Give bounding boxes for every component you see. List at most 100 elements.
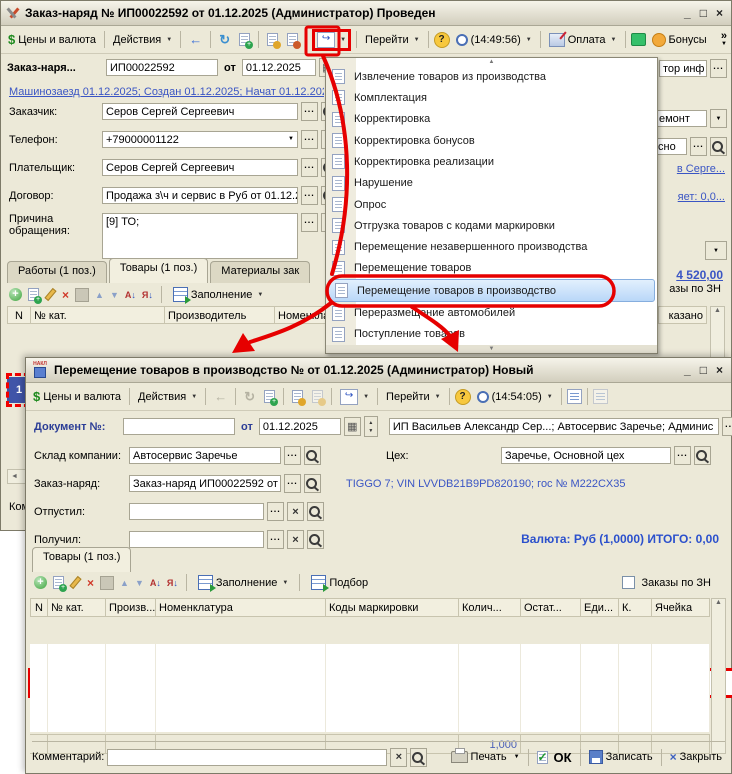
edit-row-icon[interactable]	[69, 576, 81, 589]
structure-icon[interactable]	[567, 389, 582, 404]
move-up-icon[interactable]: ▲	[95, 290, 104, 300]
minimize-icon[interactable]: _	[684, 6, 691, 20]
combo-dropdown-button[interactable]	[705, 241, 727, 260]
released-clear-button[interactable]	[287, 502, 304, 521]
goto-button[interactable]: Перейти	[362, 33, 423, 47]
base-open-button[interactable]	[710, 137, 727, 156]
comment-clear-button[interactable]	[390, 748, 407, 767]
bonus-button[interactable]: Бонусы	[649, 32, 710, 48]
col-unit[interactable]: Еди...	[581, 598, 619, 617]
time-button[interactable]: (14:49:56)	[453, 33, 535, 47]
orders-checkbox[interactable]	[622, 576, 635, 589]
customer-card-link[interactable]: в Серге...	[677, 163, 725, 175]
menu-item-goods-to-production[interactable]: Перемещение товаров в производство	[328, 279, 655, 302]
tab-goods[interactable]: Товары (1 поз.)	[32, 547, 131, 572]
add-row-icon[interactable]: +	[9, 288, 22, 301]
history-link[interactable]: Машинозаезд 01.12.2025; Создан 01.12.202…	[9, 86, 324, 98]
menu-item-bonus-correction[interactable]: Корректировка бонусов	[326, 130, 657, 151]
workshop-open-button[interactable]	[694, 446, 711, 465]
workshop-input[interactable]: Заречье, Основной цех	[501, 447, 671, 464]
actions-button[interactable]: Действия	[135, 390, 200, 404]
tab-materials[interactable]: Материалы зак	[210, 261, 310, 283]
received-clear-button[interactable]	[287, 530, 304, 549]
copy-document-icon[interactable]: +	[261, 389, 278, 404]
close-icon[interactable]: ×	[716, 363, 723, 377]
order-select-button[interactable]	[284, 474, 301, 493]
contract-select-button[interactable]	[301, 186, 318, 205]
move-down-icon[interactable]: ▼	[135, 578, 144, 588]
order-input[interactable]: Заказ-наряд ИП00022592 от 01.12.2	[129, 475, 281, 492]
create-linked-document-button[interactable]: ↪	[312, 29, 351, 51]
help-icon[interactable]: ?	[455, 389, 471, 405]
close-button[interactable]: ×Закрыть	[667, 749, 725, 765]
prices-currency-button[interactable]: $Цены и валюта	[30, 388, 124, 405]
menu-item-sales-correction[interactable]: Корректировка реализации	[326, 151, 657, 172]
payer-input[interactable]: Серов Сергей Сергеевич	[102, 159, 298, 176]
document-number-input[interactable]	[123, 418, 235, 435]
warehouse-open-button[interactable]	[304, 446, 321, 465]
delete-row-icon[interactable]: ×	[87, 576, 94, 590]
copy-document-icon[interactable]: +	[236, 32, 253, 47]
menu-item-survey[interactable]: Опрос	[326, 194, 657, 215]
col-nomenclature[interactable]: Номенклатура	[156, 598, 326, 617]
doc-number-input[interactable]: ИП00022592	[106, 59, 218, 76]
prices-currency-button[interactable]: $Цены и валюта	[5, 31, 99, 48]
print-button[interactable]: Печать▼	[448, 750, 523, 764]
document-money2-icon[interactable]	[284, 32, 301, 47]
menu-item-car-relocation[interactable]: Переразмещение автомобилей	[326, 302, 657, 323]
responsible-input[interactable]: ИП Васильев Александр Сер...; Автосервис…	[389, 418, 719, 435]
minimize-icon[interactable]: _	[684, 363, 691, 377]
released-input[interactable]	[129, 503, 264, 520]
base-select-button[interactable]	[690, 137, 707, 156]
warehouse-input[interactable]: Автосервис Заречье	[129, 447, 281, 464]
move-down-icon[interactable]: ▼	[110, 290, 119, 300]
actions-button[interactable]: Действия	[110, 33, 175, 47]
order-total-link[interactable]: 4 520,00	[676, 268, 723, 282]
menu-item-shipment-marking[interactable]: Отгрузка товаров с кодами маркировки	[326, 215, 657, 236]
received-input[interactable]	[129, 531, 264, 548]
col-n[interactable]: N	[30, 598, 48, 617]
col-n[interactable]: N	[7, 306, 31, 324]
menu-item-violation[interactable]: Нарушение	[326, 173, 657, 194]
close-icon[interactable]: ×	[716, 6, 723, 20]
document-money-icon[interactable]	[289, 389, 306, 404]
received-open-button[interactable]	[307, 530, 324, 549]
col-k[interactable]: К.	[619, 598, 652, 617]
add-row-icon[interactable]: +	[34, 576, 47, 589]
contract-input[interactable]: Продажа з\ч и сервис в Руб от 01.12.2	[102, 187, 298, 204]
responsible-input[interactable]: тор инф	[659, 60, 707, 77]
released-open-button[interactable]	[307, 502, 324, 521]
sort-asc-icon[interactable]: А↓	[150, 578, 161, 588]
responsible-select-button[interactable]	[710, 59, 727, 78]
base-input[interactable]: сно	[654, 138, 687, 155]
col-rest[interactable]: Остат...	[521, 598, 581, 617]
menu-scroll-down-icon[interactable]: ▼	[326, 345, 657, 353]
col-cell[interactable]: Ячейка	[652, 598, 710, 617]
col-manufacturer[interactable]: Производитель	[165, 306, 275, 324]
menu-item-extract[interactable]: Извлечение товаров из производства	[326, 66, 657, 87]
date-spinner[interactable]: ▲▼	[364, 416, 378, 437]
menu-scroll-up-icon[interactable]: ▲	[326, 58, 657, 66]
scroll-left-icon[interactable]: ◄	[8, 473, 21, 480]
pick-button[interactable]: Подбор	[308, 574, 371, 591]
released-select-button[interactable]	[267, 502, 284, 521]
doc-date-input[interactable]: 01.12.2025	[242, 59, 316, 76]
col-marking[interactable]: Коды маркировки	[326, 598, 459, 617]
reason-input[interactable]: [9] ТО;	[102, 213, 298, 259]
col-quantity[interactable]: Колич...	[459, 598, 521, 617]
payer-select-button[interactable]	[301, 158, 318, 177]
print-dropdown-icon[interactable]: ▼	[514, 754, 520, 760]
transfer-table-vscrollbar[interactable]: ▲	[711, 598, 726, 754]
sort-desc-icon[interactable]: Я↓	[142, 290, 153, 300]
fill-button[interactable]: Заполнение	[195, 574, 292, 591]
ok-button[interactable]: ✓ОК	[534, 749, 575, 766]
time-button[interactable]: (14:54:05)	[474, 390, 556, 404]
reason-select-button[interactable]	[301, 213, 318, 232]
fill-button[interactable]: Заполнение	[170, 286, 267, 303]
col-cat[interactable]: № кат.	[31, 306, 165, 324]
maximize-icon[interactable]: □	[700, 6, 707, 20]
back-arrow-icon[interactable]: ←	[186, 31, 205, 48]
copy-row-icon[interactable]: +	[28, 288, 39, 301]
warehouse-select-button[interactable]	[284, 446, 301, 465]
help-icon[interactable]: ?	[434, 32, 450, 48]
